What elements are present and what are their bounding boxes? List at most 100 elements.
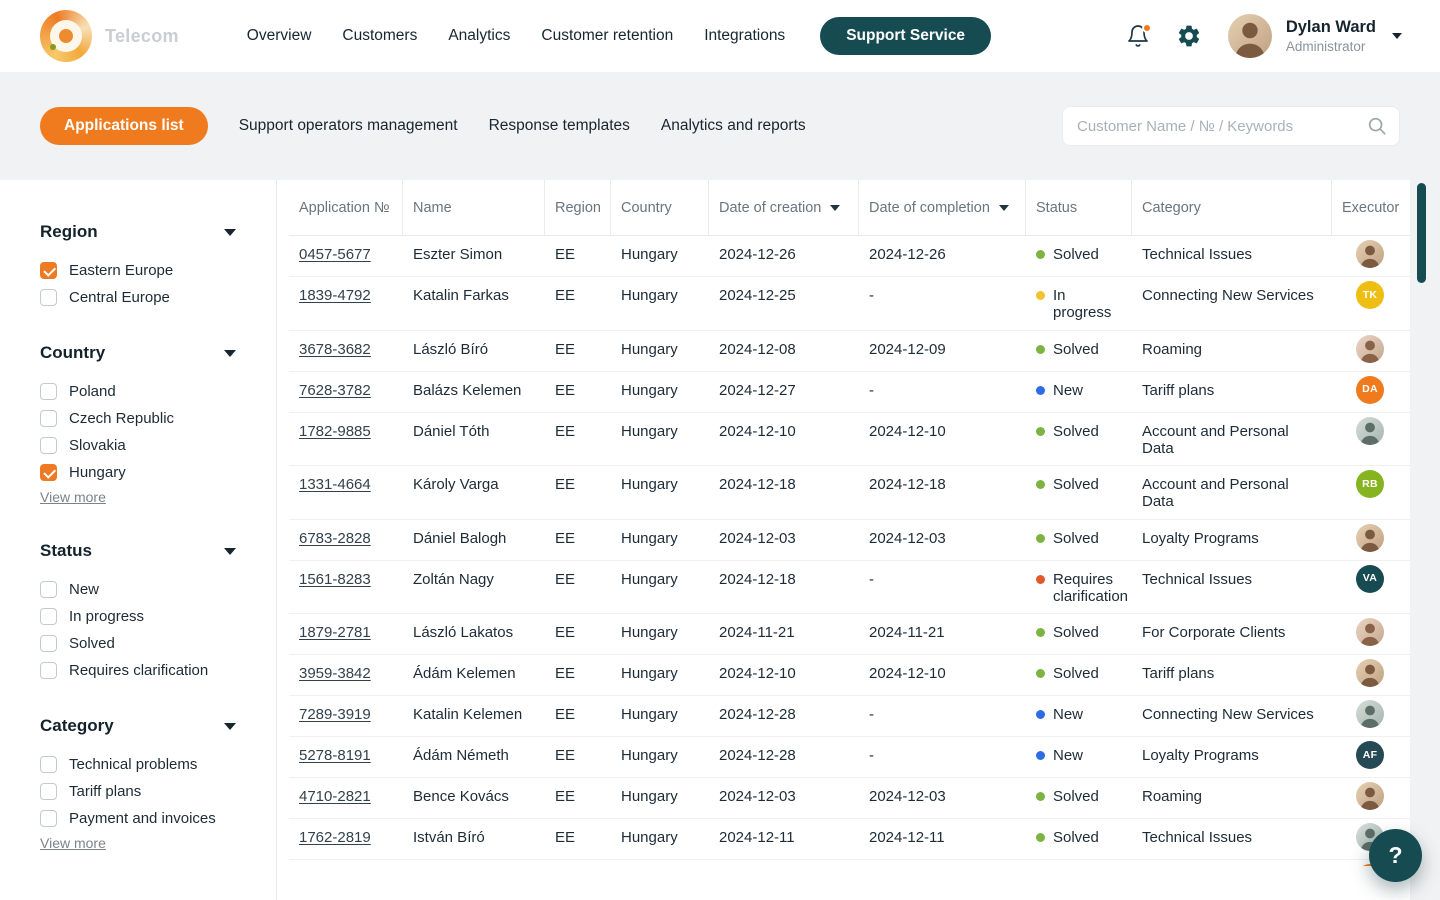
filter-option-in-progress[interactable]: In progress — [40, 606, 276, 626]
scrollbar-thumb[interactable] — [1417, 183, 1426, 283]
application-link[interactable]: 7628-3782 — [299, 382, 371, 399]
checkbox[interactable] — [40, 783, 57, 800]
user-avatar[interactable] — [1228, 14, 1272, 58]
application-link[interactable]: 1331-4664 — [299, 476, 371, 493]
table-header-row: Application №NameRegionCountryDate of cr… — [289, 180, 1410, 236]
filter-group-header[interactable]: Region — [40, 222, 236, 242]
filter-option-slovakia[interactable]: Slovakia — [40, 435, 276, 455]
application-link[interactable]: 1839-4792 — [299, 287, 371, 304]
cell-executor: AF — [1332, 737, 1409, 777]
checkbox[interactable] — [40, 810, 57, 827]
chevron-down-icon — [224, 350, 236, 357]
notifications-button[interactable] — [1126, 24, 1150, 48]
checkbox[interactable] — [40, 756, 57, 773]
checkbox[interactable] — [40, 581, 57, 598]
filter-group-header[interactable]: Category — [40, 716, 236, 736]
column-header-category: Category — [1132, 180, 1332, 235]
checkbox[interactable] — [40, 262, 57, 279]
cell-date-creation: 2024-12-18 — [709, 466, 859, 519]
application-link[interactable]: 3678-3682 — [299, 341, 371, 358]
checkbox[interactable] — [40, 608, 57, 625]
search-icon[interactable] — [1366, 115, 1388, 137]
user-menu[interactable]: Dylan Ward Administrator — [1228, 14, 1402, 58]
cell-category: Tariff plans — [1132, 655, 1332, 695]
application-link[interactable]: 3959-3842 — [299, 665, 371, 682]
cell-region: EE — [545, 696, 611, 736]
filter-option-new[interactable]: New — [40, 579, 276, 599]
status-label: Solved — [1053, 246, 1099, 263]
cell-application: 7289-3919 — [289, 696, 403, 736]
checkbox[interactable] — [40, 437, 57, 454]
executor-avatar: AF — [1356, 741, 1384, 769]
filter-option-solved[interactable]: Solved — [40, 633, 276, 653]
table-row: 1561-8283Zoltán NagyEEHungary2024-12-18-… — [289, 561, 1410, 615]
tab-applications-list[interactable]: Applications list — [40, 107, 208, 145]
tab-response-templates[interactable]: Response templates — [489, 117, 630, 135]
application-link[interactable]: 7289-3919 — [299, 706, 371, 723]
status-dot — [1036, 833, 1045, 842]
cell-category: Loyalty Programs — [1132, 737, 1332, 777]
nav-item-overview[interactable]: Overview — [247, 27, 312, 45]
table-row: 3671-8982Ádám SzilágyiEEHungary2024-12-1… — [289, 860, 1410, 866]
help-button[interactable]: ? — [1369, 829, 1422, 882]
filter-option-eastern-europe[interactable]: Eastern Europe — [40, 260, 276, 280]
cell-executor: RB — [1332, 466, 1409, 519]
application-link[interactable]: 1879-2781 — [299, 624, 371, 641]
brand[interactable]: Telecom — [40, 10, 179, 62]
support-service-button[interactable]: Support Service — [820, 17, 991, 55]
status-label: Solved — [1053, 665, 1099, 682]
filter-option-central-europe[interactable]: Central Europe — [40, 287, 276, 307]
application-link[interactable]: 5278-8191 — [299, 747, 371, 764]
tab-support-operators-management[interactable]: Support operators management — [239, 117, 458, 135]
application-link[interactable]: 6783-2828 — [299, 530, 371, 547]
checkbox[interactable] — [40, 383, 57, 400]
filter-option-hungary[interactable]: Hungary — [40, 462, 276, 482]
executor-avatar — [1356, 524, 1384, 552]
filter-group-header[interactable]: Country — [40, 343, 236, 363]
checkbox[interactable] — [40, 289, 57, 306]
user-menu-chevron-icon[interactable] — [1392, 33, 1402, 39]
tab-analytics-and-reports[interactable]: Analytics and reports — [661, 117, 806, 135]
column-header-date-of-completion[interactable]: Date of completion — [859, 180, 1026, 235]
cell-region: EE — [545, 860, 611, 866]
application-link[interactable]: 1762-2819 — [299, 829, 371, 846]
checkbox[interactable] — [40, 662, 57, 679]
view-more-link[interactable]: View more — [40, 835, 106, 851]
nav-item-customers[interactable]: Customers — [342, 27, 417, 45]
application-link[interactable]: 0457-5677 — [299, 246, 371, 263]
filter-option-payment-and-invoices[interactable]: Payment and invoices — [40, 808, 276, 828]
settings-button[interactable] — [1176, 23, 1202, 49]
checkbox[interactable] — [40, 635, 57, 652]
application-link[interactable]: 1561-8283 — [299, 571, 371, 588]
application-link[interactable]: 4710-2821 — [299, 788, 371, 805]
filter-option-czech-republic[interactable]: Czech Republic — [40, 408, 276, 428]
filter-group-region: Region Eastern Europe Central Europe — [40, 222, 276, 307]
view-more-link[interactable]: View more — [40, 489, 106, 505]
status-label: New — [1053, 382, 1083, 399]
cell-date-completion: 2024-12-09 — [859, 331, 1026, 371]
application-link[interactable]: 1782-9885 — [299, 423, 371, 440]
nav-item-customer-retention[interactable]: Customer retention — [541, 27, 673, 45]
filter-group-header[interactable]: Status — [40, 541, 236, 561]
sort-desc-icon[interactable] — [999, 205, 1009, 211]
checkbox[interactable] — [40, 410, 57, 427]
filter-option-tariff-plans[interactable]: Tariff plans — [40, 781, 276, 801]
sort-desc-icon[interactable] — [830, 205, 840, 211]
cell-name: Ádám Németh — [403, 737, 545, 777]
checkbox[interactable] — [40, 464, 57, 481]
cell-status: New — [1026, 737, 1132, 777]
nav-item-integrations[interactable]: Integrations — [704, 27, 785, 45]
search-input[interactable] — [1062, 106, 1400, 146]
cell-status: Solved — [1026, 236, 1132, 276]
filter-option-requires-clarification[interactable]: Requires clarification — [40, 660, 276, 680]
cell-country: Hungary — [611, 778, 709, 818]
filter-option-technical-problems[interactable]: Technical problems — [40, 754, 276, 774]
table-scroll[interactable]: Application №NameRegionCountryDate of cr… — [289, 180, 1410, 866]
filter-option-label: Requires clarification — [69, 662, 208, 679]
nav-item-analytics[interactable]: Analytics — [448, 27, 510, 45]
cell-date-completion: 2024-11-21 — [859, 614, 1026, 654]
column-header-date-of-creation[interactable]: Date of creation — [709, 180, 859, 235]
cell-application: 1561-8283 — [289, 561, 403, 614]
filter-option-poland[interactable]: Poland — [40, 381, 276, 401]
cell-application: 1762-2819 — [289, 819, 403, 859]
